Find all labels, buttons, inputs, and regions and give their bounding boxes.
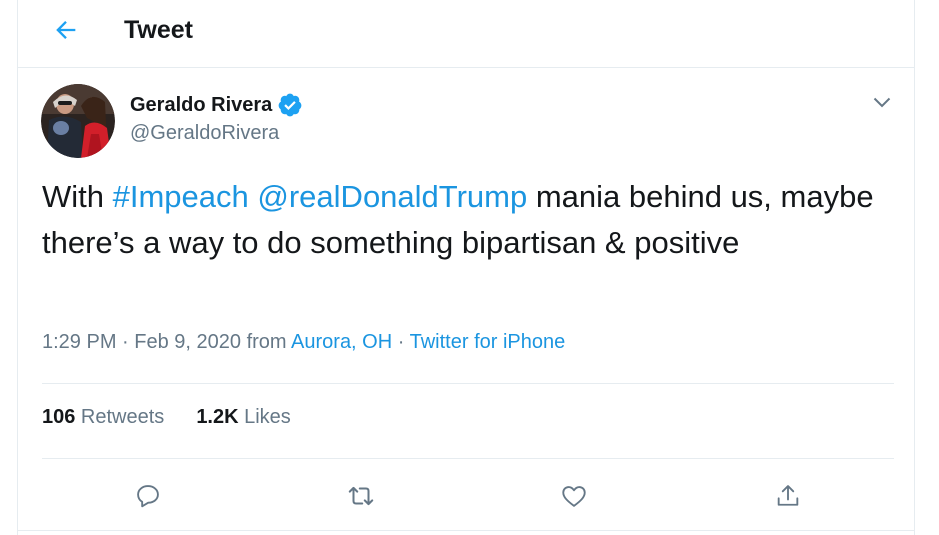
retweet-icon [348,486,374,506]
reply-icon [137,485,159,508]
likes-count: 1.2K [196,406,239,428]
heart-icon [562,486,586,507]
divider [42,383,894,384]
chevron-down-icon [873,97,891,108]
tweet-detail-page: Tweet Geraldo Rivera @GeraldoRivera With… [17,0,915,535]
page-header: Tweet [18,0,914,68]
share-icon [777,485,799,506]
meta-separator: · [116,331,135,353]
divider [42,458,894,459]
tweet-text-prefix: With [42,179,113,214]
avatar[interactable] [41,84,115,158]
like-button[interactable] [558,480,590,512]
author-display-name[interactable]: Geraldo Rivera [130,94,272,117]
share-button[interactable] [772,480,804,512]
author-name-row[interactable]: Geraldo Rivera [130,91,303,119]
location-link[interactable]: Aurora, OH [291,331,392,353]
reply-button[interactable] [132,480,164,512]
retweets-label: Retweets [75,406,165,428]
tweet-text: With #Impeach @realDonaldTrump mania beh… [42,174,892,265]
retweets-count: 106 [42,406,76,428]
meta-separator: · [392,331,410,353]
tweet-time[interactable]: 1:29 PM [42,331,116,353]
engagement-stats: 106 Retweets 1.2K Likes [42,406,291,429]
page-title: Tweet [124,16,193,44]
verified-badge-icon [278,93,302,117]
back-button[interactable] [48,12,84,48]
tweet-metadata: 1:29 PM · Feb 9, 2020 from Aurora, OH · … [42,331,565,354]
mention-link[interactable]: @realDonaldTrump [257,179,527,214]
retweets-stat[interactable]: 106 Retweets [42,406,164,429]
retweet-button[interactable] [345,480,377,512]
tweet-date[interactable]: Feb 9, 2020 [134,331,241,353]
likes-stat[interactable]: 1.2K Likes [196,406,291,429]
likes-label: Likes [238,406,291,428]
profile-photo [41,84,115,158]
source-link[interactable]: Twitter for iPhone [410,331,566,353]
hashtag-link[interactable]: #Impeach [113,179,249,214]
divider [18,530,914,531]
tweet-actions-bar [42,474,894,514]
more-options-button[interactable] [870,90,894,114]
author-handle[interactable]: @GeraldoRivera [130,122,279,145]
meta-from-label: from [241,331,292,353]
arrow-left-icon [56,21,76,39]
